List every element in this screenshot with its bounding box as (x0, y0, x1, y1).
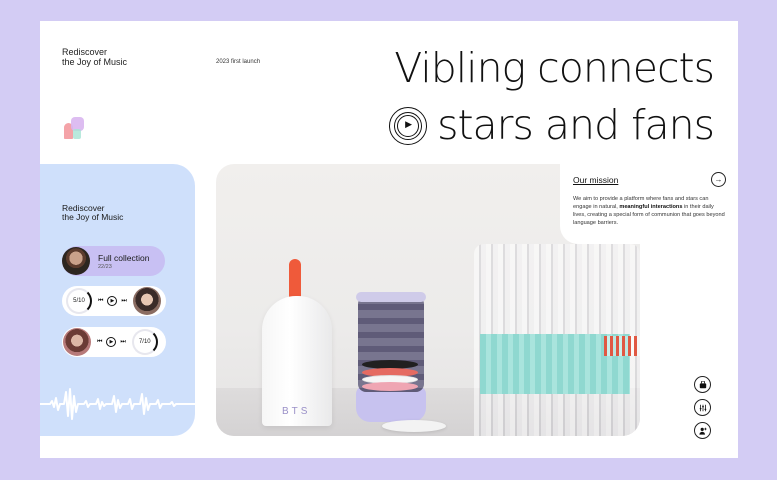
track-player-2[interactable]: ⏮ ▶ ⏭ 7/10 (62, 327, 166, 357)
mission-card: Our mission → We aim to provide a platfo… (560, 164, 738, 244)
panel-title: Rediscover the Joy of Music (62, 203, 124, 222)
next-icon[interactable]: ⏭ (121, 298, 126, 304)
play-video-button[interactable]: ▶ (389, 106, 428, 145)
mission-link[interactable]: Our mission (573, 175, 618, 185)
headline: Vibling connects ▶ stars and fans (389, 44, 715, 149)
brand-mark: BTS (282, 406, 311, 417)
progress-ring: 7/10 (131, 329, 158, 355)
bag-icon[interactable] (694, 376, 711, 393)
left-panel: Rediscover the Joy of Music Full collect… (40, 164, 195, 436)
prev-icon[interactable]: ⏮ (97, 339, 102, 345)
full-collection-pill[interactable]: Full collection 22/23 (62, 246, 165, 276)
next-icon[interactable]: ⏭ (120, 339, 125, 345)
play-icon[interactable]: ▶ (106, 337, 117, 347)
launch-text: 2023 first launch (216, 59, 261, 65)
mission-text: We aim to provide a platform where fans … (573, 196, 725, 226)
avatar (132, 287, 161, 315)
track-player-1[interactable]: 5/10 ⏮ ▶ ⏭ (62, 286, 166, 316)
avatar (63, 328, 91, 356)
play-icon: ▶ (397, 114, 420, 137)
equalizer-icon[interactable] (694, 399, 711, 416)
headline-line-2-wrap: ▶ stars and fans (389, 101, 715, 149)
headline-line-2: stars and fans (437, 101, 715, 149)
landing-card: Rediscover the Joy of Music 2023 first l… (40, 21, 738, 458)
progress-ring: 5/10 (66, 288, 92, 314)
sound-wave-icon (40, 388, 195, 420)
headline-line-1: Vibling connects (394, 44, 715, 92)
user-add-icon[interactable] (694, 422, 711, 439)
avatar (62, 247, 90, 275)
collection-title: Full collection (98, 252, 150, 263)
side-actions (694, 376, 711, 439)
header-tagline: Rediscover the Joy of Music (62, 47, 128, 67)
brand-logo-icon[interactable] (64, 117, 86, 141)
collection-count: 22/23 (98, 263, 112, 270)
prev-icon[interactable]: ⏮ (98, 298, 103, 304)
play-icon[interactable]: ▶ (107, 296, 118, 306)
arrow-right-icon[interactable]: → (711, 172, 726, 187)
